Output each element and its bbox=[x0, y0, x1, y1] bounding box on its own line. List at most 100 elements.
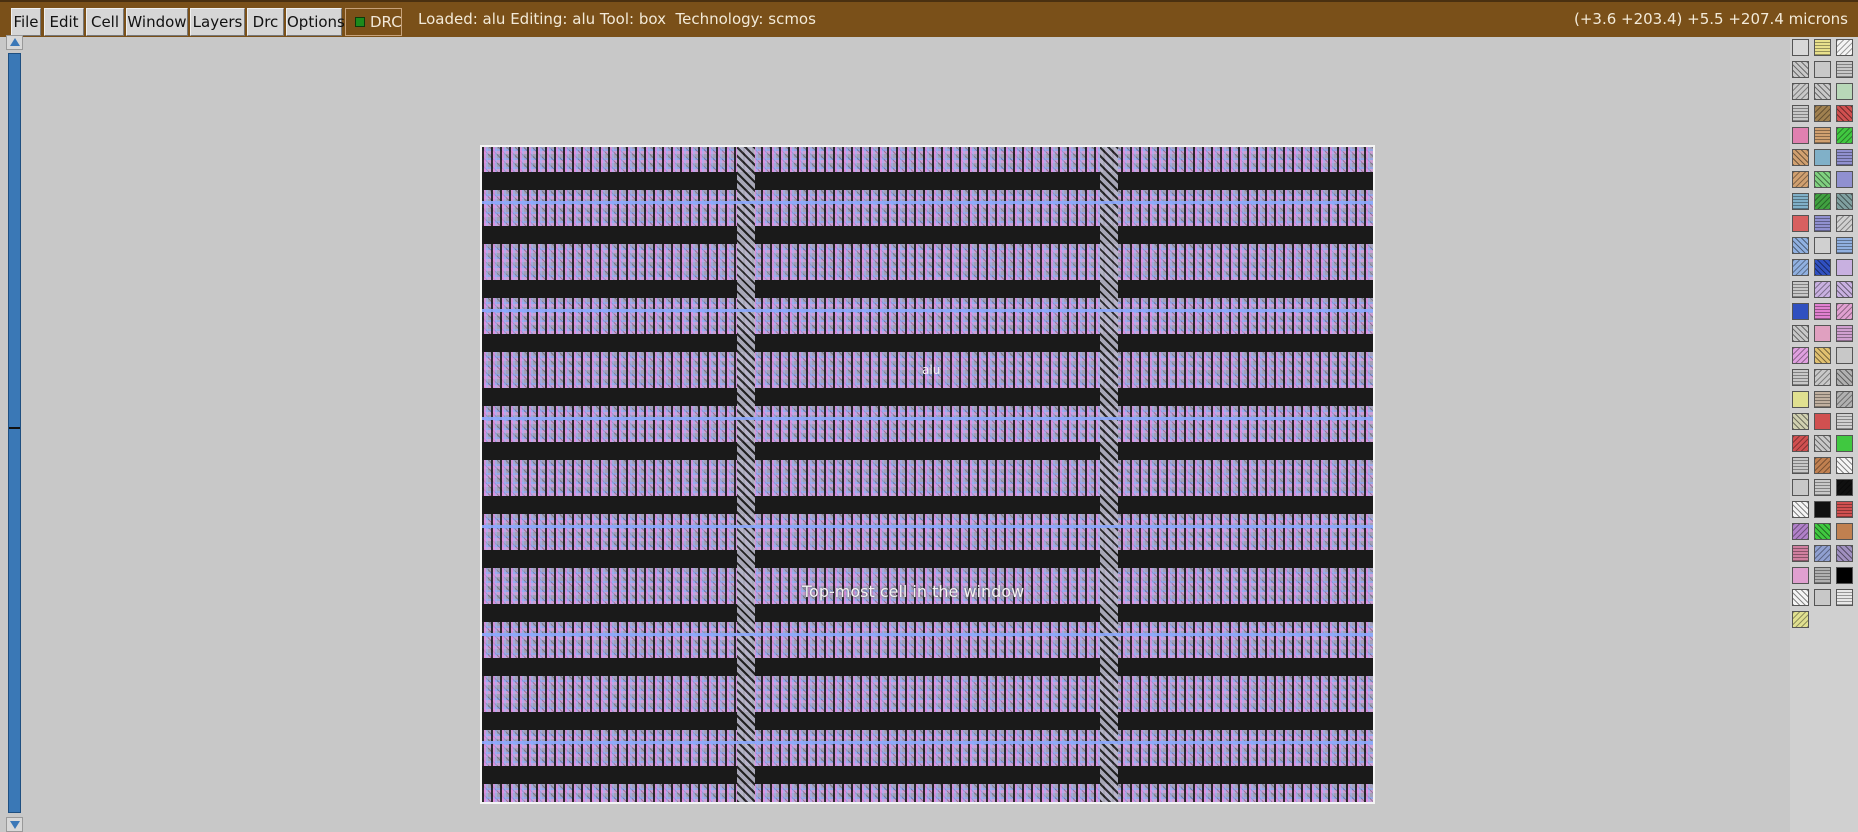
layer-swatch[interactable] bbox=[1814, 413, 1831, 430]
layer-swatch[interactable] bbox=[1792, 281, 1809, 298]
layer-swatch[interactable] bbox=[1814, 347, 1831, 364]
layer-swatch[interactable] bbox=[1814, 325, 1831, 342]
layout-canvas[interactable]: alu Top-most cell in the window bbox=[24, 37, 1788, 832]
layer-swatch[interactable] bbox=[1792, 545, 1809, 562]
layer-swatch[interactable] bbox=[1792, 149, 1809, 166]
menu-layers[interactable]: Layers bbox=[190, 8, 245, 36]
layer-swatch[interactable] bbox=[1814, 545, 1831, 562]
layer-swatch[interactable] bbox=[1836, 61, 1853, 78]
scrollbar-track[interactable] bbox=[8, 53, 21, 813]
layer-swatch[interactable] bbox=[1836, 435, 1853, 452]
layer-swatch[interactable] bbox=[1814, 479, 1831, 496]
layer-swatch[interactable] bbox=[1792, 259, 1809, 276]
layer-swatch[interactable] bbox=[1792, 501, 1809, 518]
layer-swatch[interactable] bbox=[1836, 589, 1853, 606]
layer-swatch[interactable] bbox=[1836, 303, 1853, 320]
menu-cell[interactable]: Cell bbox=[86, 8, 124, 36]
layer-swatch[interactable] bbox=[1814, 567, 1831, 584]
metal-strip bbox=[482, 741, 1373, 744]
layer-swatch[interactable] bbox=[1814, 369, 1831, 386]
layer-swatch[interactable] bbox=[1814, 391, 1831, 408]
layer-swatch[interactable] bbox=[1814, 435, 1831, 452]
layer-swatch[interactable] bbox=[1836, 259, 1853, 276]
layer-palette bbox=[1790, 37, 1858, 832]
layer-swatch[interactable] bbox=[1792, 479, 1809, 496]
layer-swatch[interactable] bbox=[1836, 545, 1853, 562]
layer-swatch[interactable] bbox=[1814, 523, 1831, 540]
menu-drc-menu[interactable]: Drc bbox=[247, 8, 284, 36]
layer-swatch[interactable] bbox=[1836, 413, 1853, 430]
layer-swatch[interactable] bbox=[1792, 391, 1809, 408]
layer-swatch[interactable] bbox=[1792, 39, 1809, 56]
layer-swatch[interactable] bbox=[1836, 523, 1853, 540]
layer-swatch[interactable] bbox=[1792, 127, 1809, 144]
drc-toggle-button[interactable]: DRC bbox=[345, 8, 402, 36]
menu-window[interactable]: Window bbox=[126, 8, 188, 36]
layer-swatch[interactable] bbox=[1814, 149, 1831, 166]
layer-swatch[interactable] bbox=[1792, 171, 1809, 188]
layer-swatch[interactable] bbox=[1836, 325, 1853, 342]
layer-swatch[interactable] bbox=[1792, 215, 1809, 232]
layer-swatch[interactable] bbox=[1792, 611, 1809, 628]
layer-swatch[interactable] bbox=[1814, 501, 1831, 518]
layer-swatch[interactable] bbox=[1836, 479, 1853, 496]
layer-swatch[interactable] bbox=[1792, 457, 1809, 474]
routing-channel bbox=[737, 147, 755, 802]
layer-swatch[interactable] bbox=[1836, 369, 1853, 386]
layer-swatch[interactable] bbox=[1814, 171, 1831, 188]
cell-layout[interactable]: alu Top-most cell in the window bbox=[480, 145, 1375, 804]
drc-toggle-label: DRC bbox=[370, 13, 402, 31]
layer-swatch[interactable] bbox=[1814, 61, 1831, 78]
menu-options[interactable]: Options bbox=[286, 8, 345, 36]
menu-edit[interactable]: Edit bbox=[44, 8, 84, 36]
layer-swatch[interactable] bbox=[1836, 281, 1853, 298]
layer-swatch[interactable] bbox=[1836, 457, 1853, 474]
layer-swatch[interactable] bbox=[1792, 413, 1809, 430]
layer-swatch[interactable] bbox=[1792, 193, 1809, 210]
layer-swatch[interactable] bbox=[1814, 83, 1831, 100]
layer-swatch[interactable] bbox=[1836, 83, 1853, 100]
layer-swatch[interactable] bbox=[1836, 567, 1853, 584]
layer-swatch[interactable] bbox=[1792, 237, 1809, 254]
layer-swatch[interactable] bbox=[1836, 105, 1853, 122]
layer-swatch[interactable] bbox=[1792, 105, 1809, 122]
layer-swatch[interactable] bbox=[1836, 149, 1853, 166]
vertical-scrollbar[interactable] bbox=[6, 35, 23, 832]
scroll-up-arrow-icon[interactable] bbox=[6, 35, 23, 50]
layer-swatch[interactable] bbox=[1836, 347, 1853, 364]
layer-swatch[interactable] bbox=[1836, 215, 1853, 232]
layer-swatch[interactable] bbox=[1792, 325, 1809, 342]
layer-swatch[interactable] bbox=[1792, 61, 1809, 78]
layer-swatch[interactable] bbox=[1814, 589, 1831, 606]
layer-swatch[interactable] bbox=[1814, 215, 1831, 232]
layer-swatch[interactable] bbox=[1792, 567, 1809, 584]
metal-strip bbox=[482, 309, 1373, 312]
layer-swatch[interactable] bbox=[1814, 259, 1831, 276]
layer-swatch[interactable] bbox=[1792, 303, 1809, 320]
layer-swatch[interactable] bbox=[1814, 457, 1831, 474]
layer-swatch[interactable] bbox=[1814, 39, 1831, 56]
layer-swatch[interactable] bbox=[1836, 391, 1853, 408]
layer-swatch[interactable] bbox=[1814, 105, 1831, 122]
layer-swatch[interactable] bbox=[1792, 369, 1809, 386]
layer-swatch[interactable] bbox=[1792, 347, 1809, 364]
layer-swatch[interactable] bbox=[1836, 39, 1853, 56]
scroll-down-arrow-icon[interactable] bbox=[6, 817, 23, 832]
scroll-position-marker bbox=[9, 427, 20, 429]
layer-swatch[interactable] bbox=[1836, 127, 1853, 144]
layer-swatch[interactable] bbox=[1814, 193, 1831, 210]
layer-swatch[interactable] bbox=[1836, 171, 1853, 188]
layer-swatch[interactable] bbox=[1836, 237, 1853, 254]
layer-swatch[interactable] bbox=[1836, 193, 1853, 210]
layer-swatch[interactable] bbox=[1792, 589, 1809, 606]
menu-file[interactable]: File bbox=[11, 8, 41, 36]
layer-swatch[interactable] bbox=[1836, 501, 1853, 518]
layer-swatch[interactable] bbox=[1792, 83, 1809, 100]
layer-swatch[interactable] bbox=[1814, 281, 1831, 298]
status-text: Loaded: alu Editing: alu Tool: box Techn… bbox=[418, 10, 816, 28]
layer-swatch[interactable] bbox=[1792, 523, 1809, 540]
layer-swatch[interactable] bbox=[1814, 303, 1831, 320]
layer-swatch[interactable] bbox=[1792, 435, 1809, 452]
layer-swatch[interactable] bbox=[1814, 127, 1831, 144]
layer-swatch[interactable] bbox=[1814, 237, 1831, 254]
